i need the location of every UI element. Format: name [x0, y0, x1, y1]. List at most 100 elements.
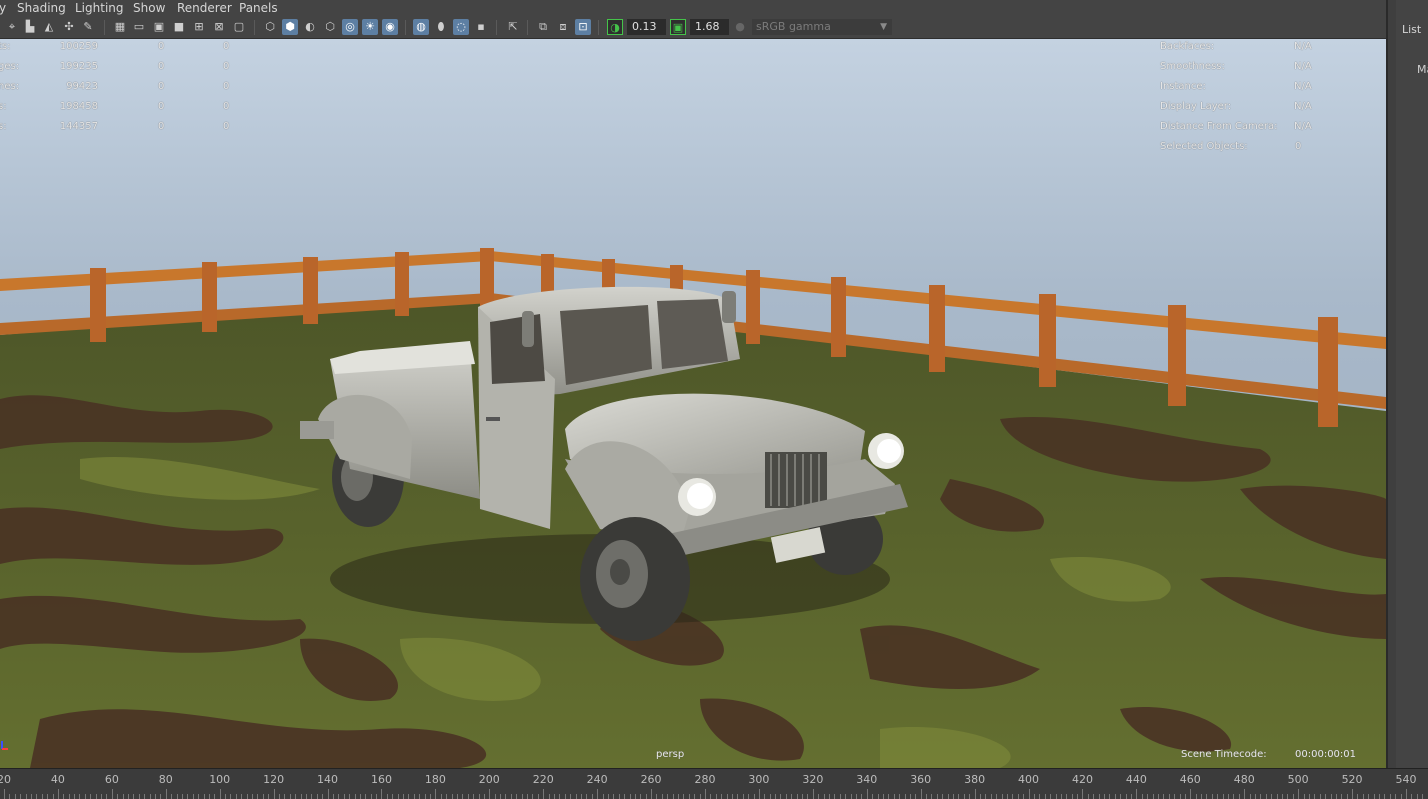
- x-ray-icon[interactable]: ⬡: [322, 19, 338, 35]
- persp-viewport[interactable]: ts: 100259 0 0 ges: 199235 0 0 nes: 9942…: [0, 39, 1386, 768]
- time-slider-tick: [63, 794, 65, 799]
- time-slider-label: 60: [104, 773, 119, 786]
- textures-icon[interactable]: ▪: [473, 19, 489, 35]
- menu-renderer[interactable]: Renderer: [175, 0, 234, 16]
- depth-of-field-icon[interactable]: ◌: [453, 19, 469, 35]
- anti-aliasing-icon[interactable]: ⬮: [433, 19, 449, 35]
- time-slider-tick: [629, 794, 631, 799]
- toolbar-separator: [598, 20, 599, 35]
- hud-value: 0: [223, 101, 230, 112]
- frame-all-icon[interactable]: ⧉: [535, 19, 551, 35]
- time-slider-tick: [780, 794, 782, 799]
- time-slider-label: 320: [802, 773, 824, 786]
- time-slider-tick: [904, 794, 906, 799]
- time-slider-label: 440: [1125, 773, 1147, 786]
- hud-label: Smoothness:: [1160, 61, 1225, 72]
- ambient-occlusion-icon[interactable]: ◉: [382, 19, 398, 35]
- field-chart-icon[interactable]: ⊞: [191, 19, 207, 35]
- time-slider-tick: [559, 794, 561, 799]
- timecode-value: 00:00:00:01: [1295, 749, 1357, 760]
- time-slider-tick: [338, 794, 340, 799]
- resolution-gate-icon[interactable]: ▣: [151, 19, 167, 35]
- safe-title-icon[interactable]: ▢: [231, 19, 247, 35]
- time-slider-tick: [386, 794, 388, 799]
- grid-icon[interactable]: ▦: [112, 19, 128, 35]
- image-plane-icon[interactable]: ◭: [41, 19, 57, 35]
- time-slider-tick: [424, 794, 426, 799]
- time-slider-tick: [548, 794, 550, 799]
- time-slider-tick: [36, 794, 38, 799]
- menu-show[interactable]: Show: [131, 0, 167, 16]
- gamma-field[interactable]: 1.68: [690, 19, 729, 35]
- time-slider-label: 180: [424, 773, 446, 786]
- time-slider-tick: [1039, 794, 1041, 799]
- bookmark-icon[interactable]: ▙: [22, 19, 38, 35]
- hud-label: ges:: [0, 61, 20, 72]
- use-lights-icon[interactable]: ☀: [362, 19, 378, 35]
- hud-label: Backfaces:: [1160, 41, 1215, 52]
- gate-mask-icon[interactable]: ■: [171, 19, 187, 35]
- axis-gizmo-icon: [0, 736, 8, 750]
- time-slider-tick: [1104, 794, 1106, 799]
- motion-blur-icon[interactable]: ◍: [413, 19, 429, 35]
- time-slider-tick: [1395, 794, 1397, 799]
- time-slider-tick: [419, 794, 421, 799]
- hud-value: 0: [223, 61, 230, 72]
- time-slider-tick: [985, 794, 987, 799]
- time-slider-tick: [1400, 794, 1402, 799]
- time-slider-label: 260: [640, 773, 662, 786]
- time-slider-tick: [1416, 794, 1418, 799]
- hud-label: Distance From Camera:: [1160, 121, 1278, 132]
- outliner-list-menu[interactable]: List: [1402, 23, 1421, 36]
- panel-menu-bar: y Shading Lighting Show Renderer Panels: [0, 0, 1386, 16]
- time-slider-tick: [748, 794, 750, 799]
- time-slider-tick: [591, 794, 593, 799]
- select-camera-icon[interactable]: ⌖: [4, 19, 20, 35]
- menu-lighting[interactable]: Lighting: [73, 0, 126, 16]
- time-slider-label: 280: [694, 773, 716, 786]
- toolbar-separator: [254, 20, 255, 35]
- menu-view-clipped[interactable]: y: [0, 0, 8, 16]
- wireframe-icon[interactable]: ⬡: [262, 19, 278, 35]
- camera-attributes-icon[interactable]: ✣: [61, 19, 77, 35]
- time-slider-tick: [214, 794, 216, 799]
- smooth-shade-icon[interactable]: ⬢: [282, 19, 298, 35]
- exposure-icon[interactable]: ◑: [607, 19, 623, 35]
- time-slider-tick: [715, 794, 717, 799]
- time-slider-tick: [888, 794, 890, 799]
- time-slider-tick: [117, 794, 119, 799]
- frame-selected-icon[interactable]: ⧈: [555, 19, 571, 35]
- chevron-down-icon: ▼: [880, 22, 887, 32]
- time-slider-tick: [478, 794, 480, 799]
- time-slider-tick: [1174, 794, 1176, 799]
- default-lighting-icon[interactable]: ◐: [302, 19, 318, 35]
- two-sided-lighting-icon[interactable]: ⊡: [575, 19, 591, 35]
- menu-shading[interactable]: Shading: [15, 0, 68, 16]
- color-management-icon[interactable]: ●: [732, 19, 748, 35]
- time-slider-label: 100: [209, 773, 231, 786]
- time-slider-tick: [14, 794, 16, 799]
- xray-joints-icon[interactable]: ◎: [342, 19, 358, 35]
- exposure-field[interactable]: 0.13: [627, 19, 666, 35]
- time-slider-tick: [241, 794, 243, 799]
- time-slider-tick: [947, 794, 949, 799]
- film-gate-icon[interactable]: ▭: [131, 19, 147, 35]
- pencil-icon[interactable]: ✎: [80, 19, 96, 35]
- gamma-icon[interactable]: ▣: [670, 19, 686, 35]
- time-slider-tick: [413, 794, 415, 799]
- time-slider-tick: [176, 794, 178, 799]
- time-slider-tick: [554, 794, 555, 799]
- time-slider[interactable]: 20 40 60 80 100 120 140 160 180 200 220 240 260 280 30…: [0, 768, 1428, 799]
- time-slider-tick: [500, 794, 502, 799]
- time-slider-tick: [25, 794, 27, 799]
- isolate-select-icon[interactable]: ⇱: [505, 19, 521, 35]
- hud-value: N/A: [1294, 61, 1312, 72]
- time-slider-tick: [807, 794, 809, 799]
- time-slider-label: 220: [532, 773, 554, 786]
- time-slider-tick: [678, 794, 680, 799]
- safe-action-icon[interactable]: ⊠: [211, 19, 227, 35]
- color-space-dropdown[interactable]: sRGB gamma ▼: [752, 19, 892, 35]
- time-slider-label: 340: [856, 773, 878, 786]
- menu-panels[interactable]: Panels: [237, 0, 280, 16]
- time-slider-tick: [392, 794, 394, 799]
